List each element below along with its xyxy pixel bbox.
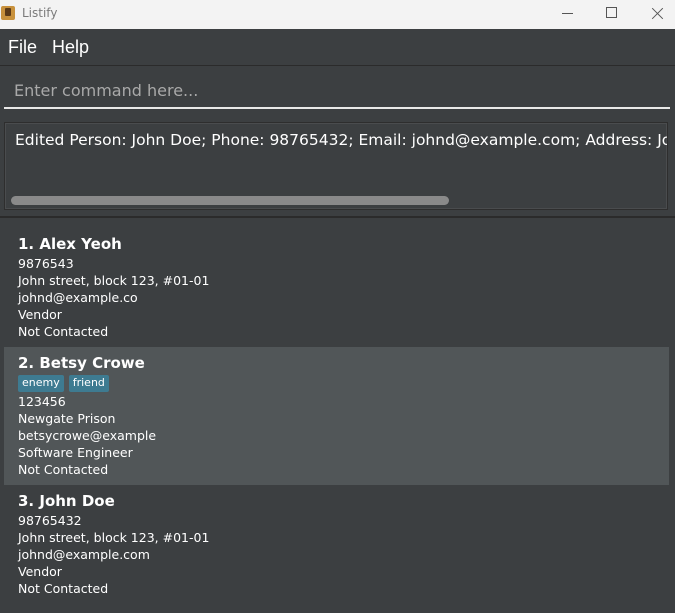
tag-friend: friend (68, 375, 109, 392)
title-bar: Listify (0, 0, 675, 29)
app-window: Listify File Help Edited Person: John Do… (0, 0, 675, 613)
person-email: johnd@example.co (18, 290, 138, 305)
person-remark: Vendor (18, 564, 62, 579)
command-box (0, 66, 675, 116)
person-status: Not Contacted (18, 581, 109, 596)
divider (0, 216, 675, 218)
person-phone: 98765432 (18, 513, 82, 528)
menu-file[interactable]: File (8, 37, 37, 58)
maximize-icon[interactable] (589, 0, 635, 29)
person-remark: Software Engineer (18, 445, 133, 460)
person-status: Not Contacted (18, 324, 109, 339)
person-email: johnd@example.com (18, 547, 150, 562)
result-message: Edited Person: John Doe; Phone: 98765432… (15, 131, 667, 149)
minimize-icon[interactable] (544, 0, 590, 29)
person-card-selected[interactable]: 2. Betsy Crowe enemy friend 123456 Newga… (4, 347, 669, 485)
menu-help[interactable]: Help (52, 37, 89, 58)
person-address: Newgate Prison (18, 411, 116, 426)
person-name: 3. John Doe (18, 492, 115, 510)
horizontal-scrollbar[interactable] (11, 196, 449, 205)
tag-list: enemy friend (18, 375, 655, 392)
person-address: John street, block 123, #01-01 (18, 530, 210, 545)
person-address: John street, block 123, #01-01 (18, 273, 210, 288)
person-status: Not Contacted (18, 462, 109, 477)
person-name: 1. Alex Yeoh (18, 235, 122, 253)
app-icon (1, 6, 15, 20)
person-list: 1. Alex Yeoh 9876543 John street, block … (4, 228, 669, 613)
person-phone: 123456 (18, 394, 66, 409)
person-email: betsycrowe@example (18, 428, 157, 443)
person-phone: 9876543 (18, 256, 74, 271)
result-display: Edited Person: John Doe; Phone: 98765432… (4, 122, 668, 210)
person-remark: Vendor (18, 307, 62, 322)
window-title: Listify (22, 6, 58, 20)
tag-enemy: enemy (18, 375, 64, 392)
person-card[interactable]: 3. John Doe 98765432 John street, block … (4, 485, 669, 607)
person-name: 2. Betsy Crowe (18, 354, 145, 372)
person-card[interactable]: 1. Alex Yeoh 9876543 John street, block … (4, 228, 669, 347)
close-icon[interactable] (634, 0, 675, 29)
command-input[interactable] (4, 74, 670, 109)
menu-bar: File Help (0, 29, 675, 66)
